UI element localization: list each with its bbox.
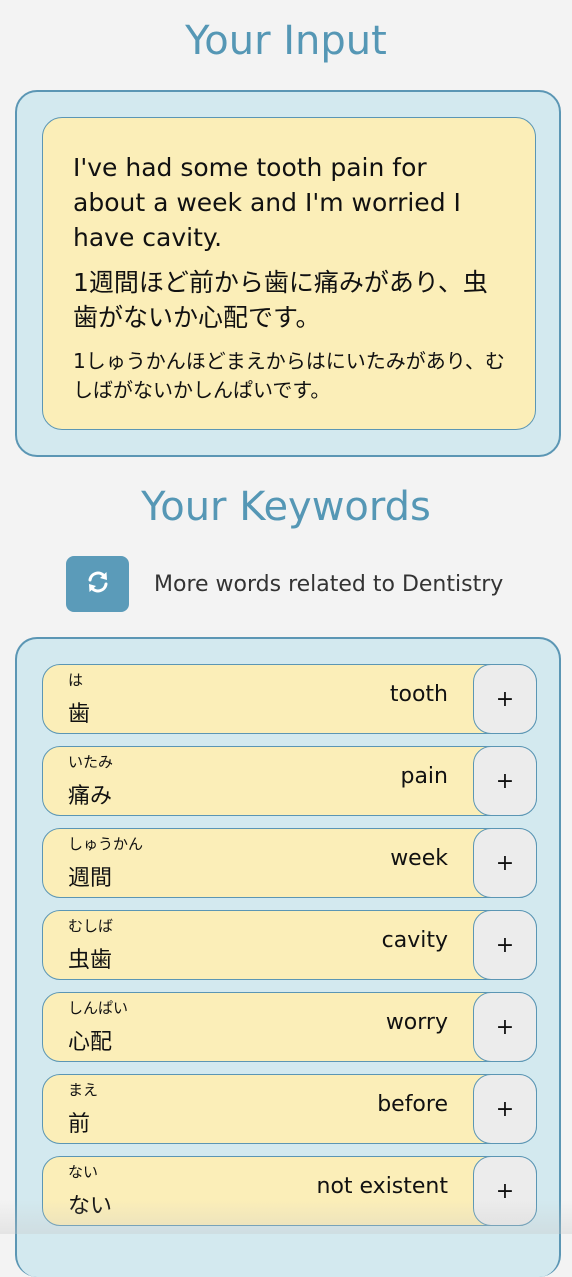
- keyword-meaning: pain: [400, 764, 448, 789]
- keyword-word: 痛み: [68, 784, 113, 809]
- keyword-meaning: before: [377, 1092, 448, 1117]
- add-keyword-button[interactable]: +: [473, 1074, 537, 1144]
- refresh-button[interactable]: [66, 556, 129, 612]
- keyword-word: 歯: [68, 702, 91, 727]
- input-panel: I've had some tooth pain for about a wee…: [15, 90, 561, 457]
- keyword-reading: ない: [68, 1163, 99, 1181]
- add-keyword-button[interactable]: +: [473, 1156, 537, 1226]
- input-title: Your Input: [185, 18, 387, 64]
- keyword-meaning: worry: [385, 1010, 448, 1035]
- keyword-meaning: cavity: [381, 928, 448, 953]
- keyword-list: は歯 tooth + いたみ痛み pain + しゅうかん週間 week + むしば虫歯 cavit…: [42, 664, 538, 1238]
- input-kana-text: 1しゅうかんほどまえからはにいたみがあり、むしばがないかしんぱいです。: [73, 349, 505, 402]
- keyword-word: ない: [68, 1194, 113, 1219]
- keyword-row: は歯 tooth +: [42, 664, 537, 734]
- keyword-meaning: week: [390, 846, 448, 871]
- add-keyword-button[interactable]: +: [473, 828, 537, 898]
- refresh-label: More words related to Dentistry: [154, 571, 504, 597]
- keyword-row: ない ない not existent +: [42, 1156, 537, 1226]
- keyword-word: 虫歯: [68, 948, 113, 973]
- keyword-word: 心配: [68, 1030, 113, 1055]
- add-keyword-button[interactable]: +: [473, 664, 537, 734]
- keyword-row: しんぱい心配 worry +: [42, 992, 537, 1062]
- refresh-row: More words related to Dentistry: [66, 556, 503, 612]
- add-keyword-button[interactable]: +: [473, 910, 537, 980]
- keyword-row: まえ前 before +: [42, 1074, 537, 1144]
- input-english-text: I've had some tooth pain for about a wee…: [73, 153, 461, 252]
- add-keyword-button[interactable]: +: [473, 746, 537, 816]
- add-keyword-button[interactable]: +: [473, 992, 537, 1062]
- keyword-word: 週間: [68, 866, 113, 891]
- keywords-title: Your Keywords: [141, 484, 431, 530]
- keyword-reading: むしば: [68, 917, 114, 935]
- input-card: I've had some tooth pain for about a wee…: [42, 117, 536, 430]
- keyword-row: いたみ痛み pain +: [42, 746, 537, 816]
- keyword-meaning: tooth: [389, 682, 448, 707]
- keyword-reading: しゅうかん: [68, 835, 144, 853]
- keyword-reading: は: [68, 671, 84, 689]
- refresh-icon: [85, 569, 111, 599]
- keyword-reading: まえ: [68, 1081, 99, 1099]
- input-japanese-text: 1週間ほど前から歯に痛みがあり、虫歯がないか心配です。: [73, 268, 488, 332]
- keyword-meaning: not existent: [316, 1174, 449, 1199]
- keywords-panel: は歯 tooth + いたみ痛み pain + しゅうかん週間 week + むしば虫歯 cavit…: [15, 637, 561, 1277]
- keyword-row: しゅうかん週間 week +: [42, 828, 537, 898]
- keyword-word: 前: [68, 1112, 91, 1137]
- keyword-reading: いたみ: [68, 753, 114, 771]
- keyword-reading: しんぱい: [68, 999, 129, 1017]
- keyword-row: むしば虫歯 cavity +: [42, 910, 537, 980]
